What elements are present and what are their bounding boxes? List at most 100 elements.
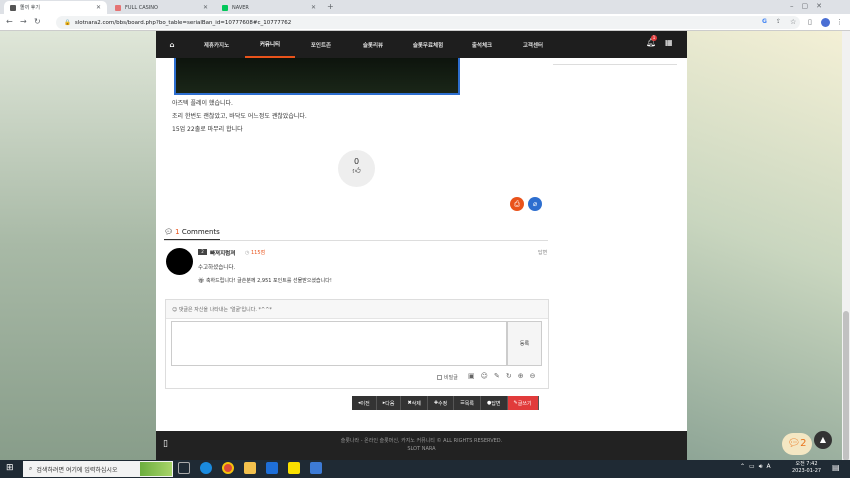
list-button[interactable]: ☰ 목록	[454, 396, 481, 410]
task-view-icon[interactable]	[178, 462, 190, 474]
url-input[interactable]: 🔒 slotnara2.com/bbs/board.php?bo_table=s…	[56, 16, 800, 29]
tab-naver[interactable]: NAVER ✕	[216, 1, 322, 14]
comment-reply-link[interactable]: 답변	[538, 249, 547, 256]
page-background-right	[687, 31, 850, 460]
post-action-buttons: ◂ 이전 ▸ 다음 ✖ 삭제 ✚ 수정 ☰ 목록 ● 답변 ✎ 글쓰기	[352, 396, 539, 410]
secret-checkbox[interactable]: 비밀글	[437, 374, 458, 381]
share-icon[interactable]: ⇪	[776, 17, 781, 27]
chevron-up-icon[interactable]: ⌃	[740, 463, 749, 470]
chat-widget[interactable]: 💬︎2	[782, 433, 812, 455]
footer-sitename: SLOT NARA	[407, 446, 436, 452]
comment-points: ◷ 115점	[245, 250, 266, 256]
favicon-icon	[115, 4, 121, 11]
attachment-icon[interactable]: ⌀	[528, 197, 542, 211]
image-icon[interactable]: ▣	[468, 372, 481, 380]
forward-icon[interactable]: →	[20, 17, 27, 27]
comment-icon: 💬︎	[164, 228, 173, 236]
clock[interactable]: 오전 7:42 2023-01-27	[792, 461, 821, 475]
favicon-icon	[10, 4, 16, 11]
menu-icon[interactable]: ⋮	[836, 17, 843, 27]
gift-icon: 🎁︎	[198, 278, 206, 284]
nav-item-community[interactable]: 커뮤니티	[245, 31, 295, 58]
comment-reward: 🎁︎ 축하드립니다! 글쓴분께 2,951 포인트를 선물받으셨습니다!	[198, 278, 332, 284]
close-tab-icon[interactable]: ✕	[203, 4, 208, 11]
ime-icon[interactable]: A	[766, 463, 774, 470]
divider	[164, 240, 548, 241]
post-line: 15업 22출로 마무리 합니다	[172, 126, 243, 133]
kakaotalk-icon[interactable]	[288, 462, 300, 474]
sidebar-icon[interactable]: ▯	[808, 17, 812, 27]
page-background-left	[0, 31, 156, 460]
comment-notice: ☺ 댓글은 자신을 나타내는 '얼굴'입니다. *^^*	[166, 300, 548, 319]
plus-icon[interactable]: ⊕	[518, 372, 530, 380]
nav-item-customer-center[interactable]: 고객센터	[507, 31, 559, 58]
nav-item-point-zone[interactable]: 포인트존	[295, 31, 347, 58]
nav-item-attendance[interactable]: 출석체크	[457, 31, 507, 58]
close-tab-icon[interactable]: ✕	[311, 4, 316, 11]
scroll-top-button[interactable]: ▲	[814, 431, 832, 449]
tab-active[interactable]: 똘끼 후기 ✕	[4, 1, 107, 14]
chat-bubble-icon: 💬︎	[787, 438, 801, 449]
edge-icon[interactable]	[200, 462, 212, 474]
nav-item-free-slot[interactable]: 슬롯무료체험	[399, 31, 457, 58]
scrollbar-thumb[interactable]	[843, 311, 849, 461]
new-tab-button[interactable]: +	[327, 2, 334, 11]
star-icon[interactable]: ☆	[790, 17, 796, 27]
windows-start-icon[interactable]: ⊞	[6, 463, 14, 473]
reply-button[interactable]: ● 답변	[480, 396, 508, 410]
search-icon: ⌕	[29, 465, 33, 472]
pen-icon[interactable]: ✎	[494, 372, 506, 380]
nav-item-partner-casino[interactable]: 제휴카지노	[188, 31, 245, 58]
scrollbar[interactable]	[842, 31, 850, 461]
level-badge: 2	[198, 249, 207, 255]
close-tab-icon[interactable]: ✕	[96, 4, 101, 11]
comment-textarea[interactable]	[171, 321, 507, 366]
grid-menu-icon[interactable]: ▦	[665, 38, 673, 47]
minus-icon[interactable]: ⊖	[530, 372, 542, 380]
comments-heading: 💬︎ 1 Comments	[164, 228, 220, 236]
reload-icon[interactable]: ↻	[34, 17, 41, 27]
main-navigation: ⌂ 제휴카지노 커뮤니티 포인트존 슬롯리뷰 슬롯무료체험 출석체크 고객센터	[156, 31, 687, 58]
google-icon[interactable]: G	[762, 17, 767, 27]
thumbs-up-icon: 👍︎	[352, 166, 361, 175]
favicon-icon	[222, 4, 228, 11]
footer-copyright: 슬롯나라 - 온라인 슬롯머신, 카지노 커뮤니티 © ALL RIGHTS R…	[340, 438, 503, 444]
notification-center-icon[interactable]: ▤	[832, 463, 840, 472]
comment-author[interactable]: 빠져지럼져	[210, 249, 235, 257]
profile-avatar[interactable]	[821, 18, 830, 27]
comment-text: 수고하셨습니다.	[198, 265, 236, 271]
sidebar-divider	[553, 64, 677, 65]
calculator-icon[interactable]	[310, 462, 322, 474]
prev-button[interactable]: ◂ 이전	[352, 396, 377, 410]
notification-badge: 1	[651, 35, 657, 41]
like-button[interactable]: 0 👍︎	[338, 150, 375, 187]
write-button[interactable]: ✎ 글쓰기	[507, 396, 539, 410]
print-icon[interactable]: ⎙	[510, 197, 524, 211]
tab-full-casino[interactable]: FULL CASINO ✕	[109, 1, 214, 14]
lock-icon: 🔒	[64, 19, 71, 26]
submit-button[interactable]: 등록	[507, 321, 542, 366]
internet-explorer-icon[interactable]	[266, 462, 278, 474]
nav-item-slot-review[interactable]: 슬롯리뷰	[347, 31, 399, 58]
mobile-icon[interactable]: ▯	[163, 439, 168, 449]
post-line: 아즈텍 플레이 했습니다.	[172, 100, 233, 107]
checkbox-icon[interactable]	[437, 375, 442, 380]
emoji-icon[interactable]: ☺	[481, 372, 494, 380]
delete-button[interactable]: ✖ 삭제	[401, 396, 428, 410]
network-icon[interactable]: ▭	[749, 463, 759, 470]
refresh-icon[interactable]: ↻	[506, 372, 518, 380]
search-highlight-image	[140, 462, 172, 476]
home-icon[interactable]: ⌂	[156, 31, 188, 58]
avatar[interactable]	[166, 248, 193, 275]
back-icon[interactable]: ←	[6, 17, 13, 27]
window-controls[interactable]: –▢✕	[790, 2, 830, 10]
chrome-icon[interactable]	[222, 462, 234, 474]
system-tray[interactable]: ⌃▭🔊︎A	[740, 463, 775, 471]
comment-toolbar: ▣☺✎↻⊕⊖	[468, 372, 541, 380]
post-video[interactable]	[174, 58, 460, 95]
post-line: 조리 한번도 괜찮았고, 바닥도 어느정도 괜찮았습니다.	[172, 113, 307, 120]
file-explorer-icon[interactable]	[244, 462, 256, 474]
next-button[interactable]: ▸ 다음	[376, 396, 402, 410]
smile-icon: ☺	[172, 307, 179, 313]
edit-button[interactable]: ✚ 수정	[427, 396, 455, 410]
